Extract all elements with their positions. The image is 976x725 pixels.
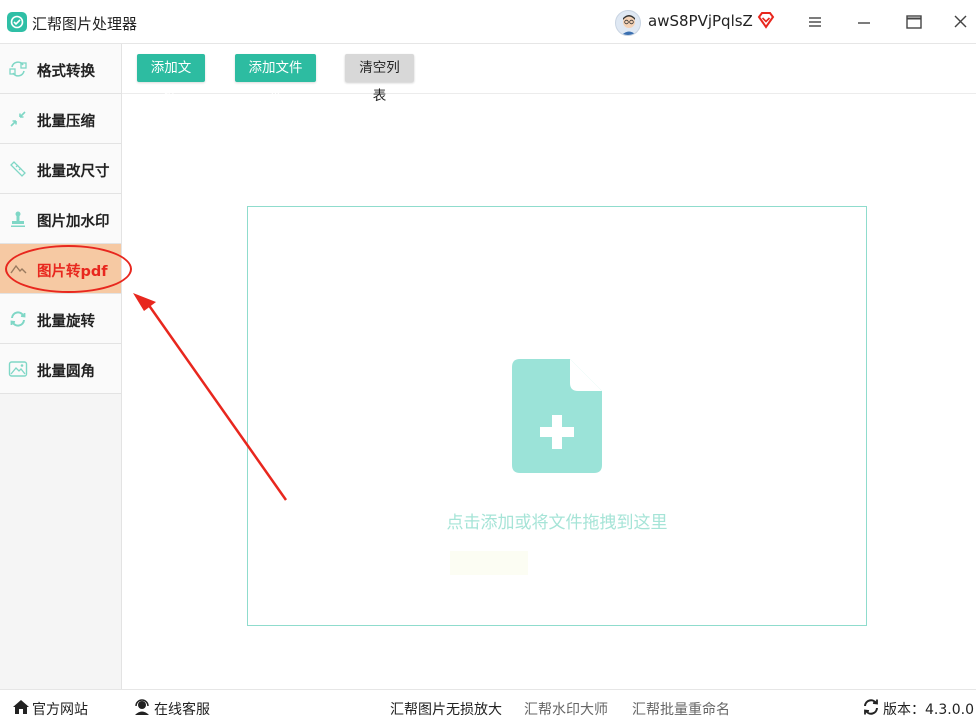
sidebar-item-label: 批量压缩 [37,114,95,130]
clear-list-button[interactable]: 清空列表 [345,54,414,104]
watermark-icon [11,211,25,227]
online-support-link[interactable]: 在线客服 [154,699,210,719]
version-label: 版本：4.3.0.0 [883,702,974,718]
sidebar-item-watermark[interactable]: 图片加水印 [0,194,121,244]
footer-link-watermark-master[interactable]: 汇帮水印大师 [524,699,608,719]
drop-zone-faint-area [450,551,528,575]
minimize-icon[interactable] [853,11,875,33]
app-title: 汇帮图片处理器 [32,15,138,33]
drop-hint-text: 点击添加或将文件拖拽到这里 [446,513,668,533]
rotate-icon [10,311,26,327]
username[interactable]: awS8PVjPqlsZ [648,12,753,30]
add-folder-button[interactable]: 添加文件夹 [235,54,316,104]
sidebar-item-resize[interactable]: 批量改尺寸 [0,144,121,194]
sidebar: 格式转换 批量压缩 批量改尺寸 图片加水印 图片转pdf 批量旋转 批量圆角 [0,44,122,689]
format-convert-icon [9,61,27,77]
compress-icon [10,111,26,127]
home-icon [13,700,29,714]
add-file-button[interactable]: 添加文件 [137,54,205,104]
sidebar-item-compress[interactable]: 批量压缩 [0,94,121,144]
menu-icon[interactable] [804,11,826,33]
refresh-icon[interactable] [862,698,880,716]
status-bar: 官方网站 在线客服 汇帮图片无损放大 汇帮水印大师 汇帮批量重命名 版本：4.3… [0,689,976,725]
rounded-corner-icon [8,361,28,377]
sidebar-item-rounded-corner[interactable]: 批量圆角 [0,344,121,394]
add-file-icon[interactable] [512,359,604,475]
file-drop-zone[interactable]: 点击添加或将文件拖拽到这里 [247,206,867,626]
user-avatar[interactable] [615,10,641,36]
sidebar-item-label: 格式转换 [37,64,95,80]
footer-link-upscale[interactable]: 汇帮图片无损放大 [390,699,502,719]
close-icon[interactable] [950,11,972,33]
footer-link-batch-rename[interactable]: 汇帮批量重命名 [632,699,730,719]
maximize-icon[interactable] [903,11,925,33]
sidebar-item-rotate[interactable]: 批量旋转 [0,294,121,344]
sidebar-item-format-convert[interactable]: 格式转换 [0,44,121,94]
toolbar: 添加文件 添加文件夹 清空列表 [122,44,976,104]
title-bar: 汇帮图片处理器 awS8PVjPqlsZ [0,0,976,44]
vip-diamond-icon[interactable] [757,11,775,29]
customer-service-icon [135,699,149,715]
sidebar-item-label: 图片加水印 [37,214,110,230]
annotation-ellipse [5,245,132,293]
sidebar-item-label: 批量改尺寸 [37,164,110,180]
app-logo-icon [7,12,27,32]
sidebar-item-label: 批量旋转 [37,314,95,330]
official-website-link[interactable]: 官方网站 [32,699,88,719]
sidebar-item-label: 批量圆角 [37,364,95,380]
resize-icon [10,161,26,177]
